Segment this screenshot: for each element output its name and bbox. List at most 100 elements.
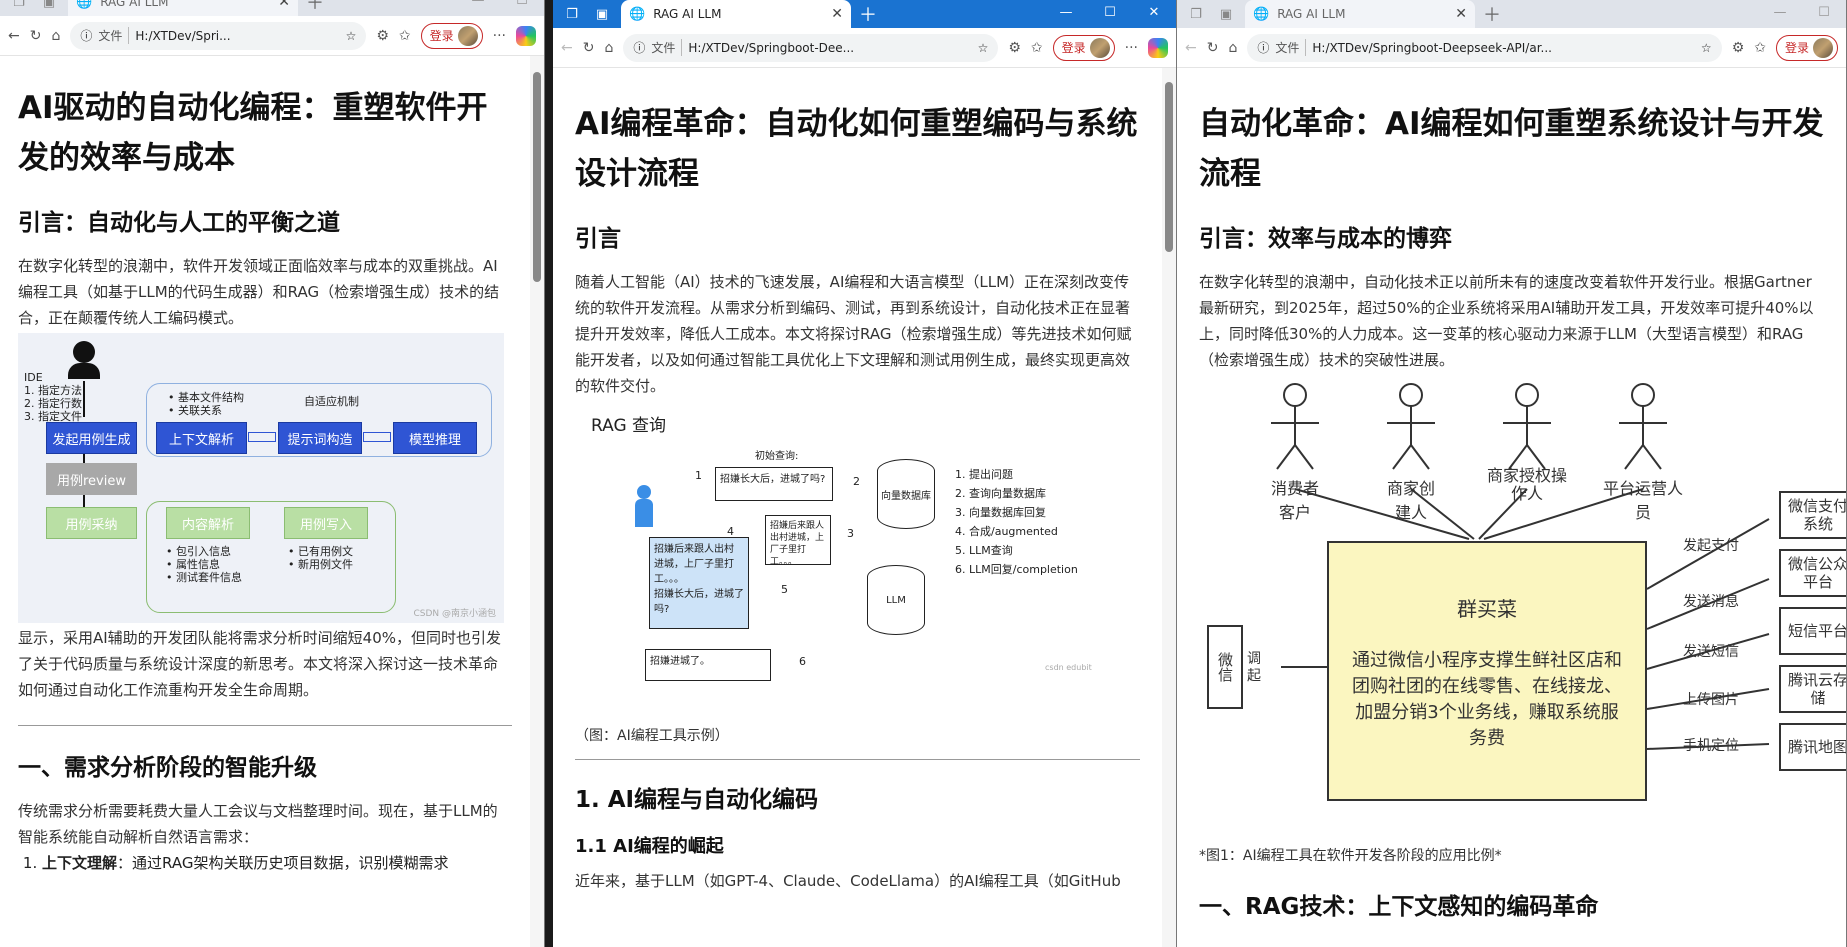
more-icon[interactable]: ··· xyxy=(1125,40,1138,56)
favorite-star-icon[interactable]: ☆ xyxy=(978,41,989,55)
login-button[interactable]: 登录 xyxy=(1775,34,1838,61)
workspaces-icon[interactable]: ❐ xyxy=(561,3,583,25)
address-bar[interactable]: ⓘ 文件 H:/XTDev/Springboot-Deepseek-API/ar… xyxy=(1247,33,1722,62)
browser-window-right: ❐ ▣ 🌐 RAG AI LLM ✕ ＋ — ☐ ← ↻ ⌂ ⓘ 文件 H:/XT… xyxy=(1177,0,1847,947)
scrollbar[interactable] xyxy=(530,56,544,947)
wechat-box: 微信 xyxy=(1207,625,1243,710)
tab-rag[interactable]: 🌐 RAG AI LLM ✕ xyxy=(621,0,851,28)
actor-platform-ops: 平台运营人员 xyxy=(1603,479,1684,523)
page-title: AI驱动的自动化编程：重塑软件开发的效率与成本 xyxy=(18,90,488,176)
tab-title: RAG AI LLM xyxy=(100,0,169,9)
close-tab-icon[interactable]: ✕ xyxy=(278,0,290,10)
edge-label: 手机定位 xyxy=(1683,738,1739,755)
node-adopt: 用例采纳 xyxy=(46,507,137,540)
extensions-icon[interactable]: ⚙ xyxy=(376,28,389,44)
ide-item: 1. 指定方法 xyxy=(24,384,82,398)
llm-db: LLM xyxy=(867,565,925,636)
maximize-button[interactable]: ☐ xyxy=(1802,0,1846,28)
node-context: 上下文解析 xyxy=(156,422,247,455)
copilot-icon[interactable] xyxy=(1148,37,1168,58)
intro-paragraph: 在数字化转型的浪潮中，自动化技术正以前所未有的速度改变着软件开发行业。根据Gar… xyxy=(1199,273,1814,370)
favorite-star-icon[interactable]: ☆ xyxy=(346,29,357,43)
tab-actions-icon[interactable]: ▣ xyxy=(1215,3,1237,25)
node-write: 用例写入 xyxy=(284,507,368,540)
home-icon[interactable]: ⌂ xyxy=(51,28,60,44)
login-button[interactable]: 登录 xyxy=(1052,34,1115,61)
home-icon[interactable]: ⌂ xyxy=(604,40,613,56)
back-icon[interactable]: ← xyxy=(1185,40,1197,56)
tab-rag[interactable]: 🌐 RAG AI LLM ✕ xyxy=(1245,0,1475,28)
back-icon[interactable]: ← xyxy=(8,28,20,44)
tab-title: RAG AI LLM xyxy=(1277,7,1346,21)
close-tab-icon[interactable]: ✕ xyxy=(831,6,843,22)
new-tab-button[interactable]: ＋ xyxy=(306,0,324,15)
home-icon[interactable]: ⌂ xyxy=(1228,40,1237,56)
scroll-thumb[interactable] xyxy=(1165,82,1173,252)
minimize-button[interactable]: — xyxy=(1044,0,1088,28)
actor-merchant-creator: 商家创建人 xyxy=(1386,479,1435,523)
close-tab-icon[interactable]: ✕ xyxy=(1455,6,1467,22)
refresh-icon[interactable]: ↻ xyxy=(30,28,42,44)
edge-label: 上传图片 xyxy=(1683,692,1739,709)
answer-box: 招嫌进城了。 xyxy=(645,649,771,682)
adaptive-label: 自适应机制 xyxy=(304,395,359,409)
refresh-icon[interactable]: ↻ xyxy=(1207,40,1219,56)
address-bar[interactable]: ⓘ 文件 H:/XTDev/Springboot-Dee... ☆ xyxy=(623,33,999,62)
invoke-label: 调起 xyxy=(1247,651,1261,685)
close-window-button[interactable]: ✕ xyxy=(1132,0,1176,28)
scrollbar[interactable] xyxy=(1162,68,1176,947)
favorites-icon[interactable]: ✩ xyxy=(1031,40,1043,56)
intro-paragraph: 在数字化转型的浪潮中，软件开发领域正面临效率与成本的双重挑战。AI编程工具（如基… xyxy=(18,257,500,328)
back-icon[interactable]: ← xyxy=(561,40,573,56)
favorite-star-icon[interactable]: ☆ xyxy=(1701,41,1712,55)
maximize-button[interactable]: ☐ xyxy=(500,0,544,16)
person-icon xyxy=(637,485,651,500)
copilot-icon[interactable] xyxy=(516,25,536,46)
subsection-heading: 1.1 AI编程的崛起 xyxy=(575,836,724,858)
workspaces-icon[interactable]: ❐ xyxy=(8,0,30,13)
info-icon[interactable]: ⓘ xyxy=(80,27,92,44)
section-heading: 1. AI编程与自动化编码 xyxy=(575,787,819,814)
login-label: 登录 xyxy=(429,29,454,43)
refresh-icon[interactable]: ↻ xyxy=(583,40,595,56)
step-number: 1 xyxy=(695,469,702,483)
feature-list: 上下文理解：通过RAG架构关联历史项目数据，识别模糊需求 xyxy=(42,850,512,876)
page-title: 自动化革命：AI编程如何重塑系统设计与开发流程 xyxy=(1199,106,1824,192)
maximize-button[interactable]: ☐ xyxy=(1088,0,1132,28)
arrow xyxy=(83,495,85,508)
steps-list: 1. 提出问题 2. 查询向量数据库 3. 向量数据库回复 4. 合成/augm… xyxy=(955,468,1078,577)
url-text[interactable]: H:/XTDev/Spri... xyxy=(135,29,339,43)
login-label: 登录 xyxy=(1784,41,1809,55)
content-notes: • 包引入信息 • 属性信息 • 测试套件信息 xyxy=(166,545,242,584)
tab-actions-icon[interactable]: ▣ xyxy=(38,0,60,13)
more-icon[interactable]: ··· xyxy=(493,28,506,44)
rag-query-figure: RAG 查询 初始查询: 招嫌长大后，进城了吗? 向量数据库 招嫌后来跟人出村进… xyxy=(575,407,1135,717)
login-button[interactable]: 登录 xyxy=(420,22,483,49)
tab-rag[interactable]: 🌐 RAG AI LLM ✕ xyxy=(68,0,298,16)
url-text[interactable]: H:/XTDev/Springboot-Dee... xyxy=(688,41,971,55)
new-tab-button[interactable]: ＋ xyxy=(1483,1,1501,27)
minimize-button[interactable]: — xyxy=(1758,0,1802,28)
divider xyxy=(575,759,1140,761)
core-system-box: 群买菜 通过微信小程序支撑生鲜社区店和团购社团的在线零售、在线接龙、加盟分销3个… xyxy=(1327,541,1647,802)
intro-heading: 引言：自动化与人工的平衡之道 xyxy=(18,210,340,237)
new-tab-button[interactable]: ＋ xyxy=(859,1,877,27)
url-text[interactable]: H:/XTDev/Springboot-Deepseek-API/ar... xyxy=(1312,41,1695,55)
favorites-icon[interactable]: ✩ xyxy=(1754,40,1766,56)
edge-label: 发起支付 xyxy=(1683,538,1739,555)
info-icon[interactable]: ⓘ xyxy=(1257,39,1269,56)
workspaces-icon[interactable]: ❐ xyxy=(1185,3,1207,25)
info-icon[interactable]: ⓘ xyxy=(633,39,645,56)
tab-actions-icon[interactable]: ▣ xyxy=(591,3,613,25)
file-label: 文件 xyxy=(1275,39,1307,56)
tab-strip: ❐ ▣ 🌐 RAG AI LLM ✕ ＋ — ☐ xyxy=(1177,0,1846,28)
actor-consumer: 消费者客户 xyxy=(1270,479,1319,523)
favorites-icon[interactable]: ✩ xyxy=(399,28,411,44)
note-item: • 包引入信息 xyxy=(166,545,231,559)
extensions-icon[interactable]: ⚙ xyxy=(1008,40,1021,56)
address-bar[interactable]: ⓘ 文件 H:/XTDev/Spri... ☆ xyxy=(70,21,367,50)
globe-icon: 🌐 xyxy=(629,6,646,22)
scroll-thumb[interactable] xyxy=(533,72,541,282)
extensions-icon[interactable]: ⚙ xyxy=(1732,40,1745,56)
minimize-button[interactable]: — xyxy=(456,0,500,16)
